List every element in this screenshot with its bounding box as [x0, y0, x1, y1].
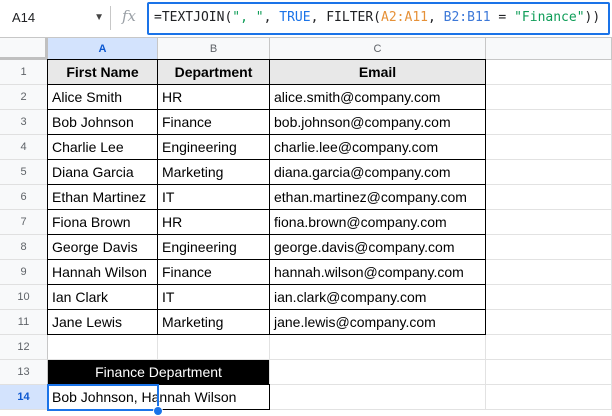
name-box-value: A14	[12, 10, 36, 25]
table-cell[interactable]: IT	[157, 184, 270, 210]
grid-cell[interactable]	[270, 385, 486, 410]
table-cell[interactable]: diana.garcia@company.com	[269, 159, 486, 185]
row-header-3[interactable]: 3	[0, 110, 48, 135]
row-header-6[interactable]: 6	[0, 185, 48, 210]
table-cell[interactable]: Marketing	[157, 309, 270, 335]
table-cell[interactable]: Fiona Brown	[47, 209, 158, 235]
formula-bool: TRUE	[279, 10, 311, 25]
table-cell[interactable]: bob.johnson@company.com	[269, 109, 486, 135]
grid-cell[interactable]	[270, 335, 486, 360]
table-cell[interactable]: alice.smith@company.com	[269, 84, 486, 110]
row-header-7[interactable]: 7	[0, 210, 48, 235]
table-cell[interactable]: Hannah Wilson	[47, 259, 158, 285]
table-cell[interactable]: HR	[157, 209, 270, 235]
formula-range-a: A2:A11	[381, 10, 428, 25]
formula-func: =TEXTJOIN(	[154, 10, 233, 25]
table-cell[interactable]: hannah.wilson@company.com	[269, 259, 486, 285]
fx-icon: fx	[122, 7, 137, 25]
table-cell[interactable]: Ethan Martinez	[47, 184, 158, 210]
table-cell[interactable]: George Davis	[47, 234, 158, 260]
table-header-cell[interactable]: Email	[269, 59, 486, 85]
grid-cell[interactable]	[486, 235, 612, 260]
table-cell[interactable]: Jane Lewis	[47, 309, 158, 335]
formula-bar-divider	[110, 6, 111, 30]
column-header-c[interactable]: C	[270, 38, 486, 60]
grid-cell[interactable]	[158, 335, 270, 360]
grid-cell[interactable]	[486, 135, 612, 160]
table-cell[interactable]: Engineering	[157, 234, 270, 260]
table-cell[interactable]: IT	[157, 284, 270, 310]
formula-filter: , FILTER(	[310, 10, 382, 25]
row-header-1[interactable]: 1	[0, 60, 48, 85]
table-cell[interactable]: george.davis@company.com	[269, 234, 486, 260]
row-header-4[interactable]: 4	[0, 135, 48, 160]
grid-cell[interactable]	[270, 360, 486, 385]
chevron-down-icon[interactable]: ▼	[94, 6, 104, 30]
grid-cell[interactable]	[486, 160, 612, 185]
table-cell[interactable]: Bob Johnson	[47, 109, 158, 135]
table-cell[interactable]: Marketing	[157, 159, 270, 185]
fill-handle[interactable]	[153, 406, 163, 416]
row-header-13[interactable]: 13	[0, 360, 48, 385]
column-header-b[interactable]: B	[158, 38, 270, 60]
table-cell[interactable]: Charlie Lee	[47, 134, 158, 160]
table-cell[interactable]: charlie.lee@company.com	[269, 134, 486, 160]
grid-cell[interactable]	[486, 185, 612, 210]
row-header-11[interactable]: 11	[0, 310, 48, 335]
formula-sep: ,	[263, 10, 280, 25]
row-header-12[interactable]: 12	[0, 335, 48, 360]
table-cell[interactable]: ethan.martinez@company.com	[269, 184, 486, 210]
table-cell[interactable]: Finance	[157, 109, 270, 135]
column-header-blank	[486, 38, 612, 60]
table-cell[interactable]: ian.clark@company.com	[269, 284, 486, 310]
grid-cell[interactable]	[486, 85, 612, 110]
grid-cell[interactable]	[486, 210, 612, 235]
row-header-5[interactable]: 5	[0, 160, 48, 185]
table-cell[interactable]: HR	[157, 84, 270, 110]
grid-cell[interactable]	[486, 310, 612, 335]
name-box[interactable]: A14 ▼	[8, 6, 108, 30]
grid-cell[interactable]	[486, 60, 612, 85]
formula-close: ))	[584, 10, 601, 25]
formula-input[interactable]: =TEXTJOIN(", ", TRUE, FILTER(A2:A11, B2:…	[147, 2, 610, 35]
table-cell[interactable]: Finance	[157, 259, 270, 285]
column-header-a[interactable]: A	[48, 38, 158, 60]
formula-criteria: "Finance"	[514, 10, 585, 25]
grid-cell[interactable]	[486, 285, 612, 310]
table-cell[interactable]: Alice Smith	[47, 84, 158, 110]
row-header-8[interactable]: 8	[0, 235, 48, 260]
row-header-14[interactable]: 14	[0, 385, 48, 410]
formula-sep: ,	[427, 10, 444, 25]
grid-cell[interactable]	[486, 260, 612, 285]
table-cell[interactable]: Engineering	[157, 134, 270, 160]
select-all-corner[interactable]	[0, 38, 48, 60]
table-header-cell[interactable]: First Name	[47, 59, 158, 85]
grid-cell[interactable]	[48, 335, 158, 360]
table-cell[interactable]: Ian Clark	[47, 284, 158, 310]
grid-cell[interactable]	[486, 360, 612, 385]
row-header-2[interactable]: 2	[0, 85, 48, 110]
formula-range-b: B2:B11	[443, 10, 491, 25]
formula-text[interactable]: =TEXTJOIN(", ", TRUE, FILTER(A2:A11, B2:…	[154, 10, 600, 25]
formula-delimiter: ", "	[232, 10, 264, 25]
row-header-9[interactable]: 9	[0, 260, 48, 285]
table-header-cell[interactable]: Department	[157, 59, 270, 85]
grid-cell[interactable]	[486, 385, 612, 410]
finance-department-title[interactable]: Finance Department	[48, 360, 270, 385]
grid-cell[interactable]	[486, 335, 612, 360]
row-header-10[interactable]: 10	[0, 285, 48, 310]
grid-cell[interactable]	[486, 110, 612, 135]
table-cell[interactable]: Diana Garcia	[47, 159, 158, 185]
formula-op: =	[490, 10, 515, 25]
table-cell[interactable]: fiona.brown@company.com	[269, 209, 486, 235]
table-cell[interactable]: jane.lewis@company.com	[269, 309, 486, 335]
formula-bar: A14 ▼ fx =TEXTJOIN(", ", TRUE, FILTER(A2…	[0, 0, 612, 38]
